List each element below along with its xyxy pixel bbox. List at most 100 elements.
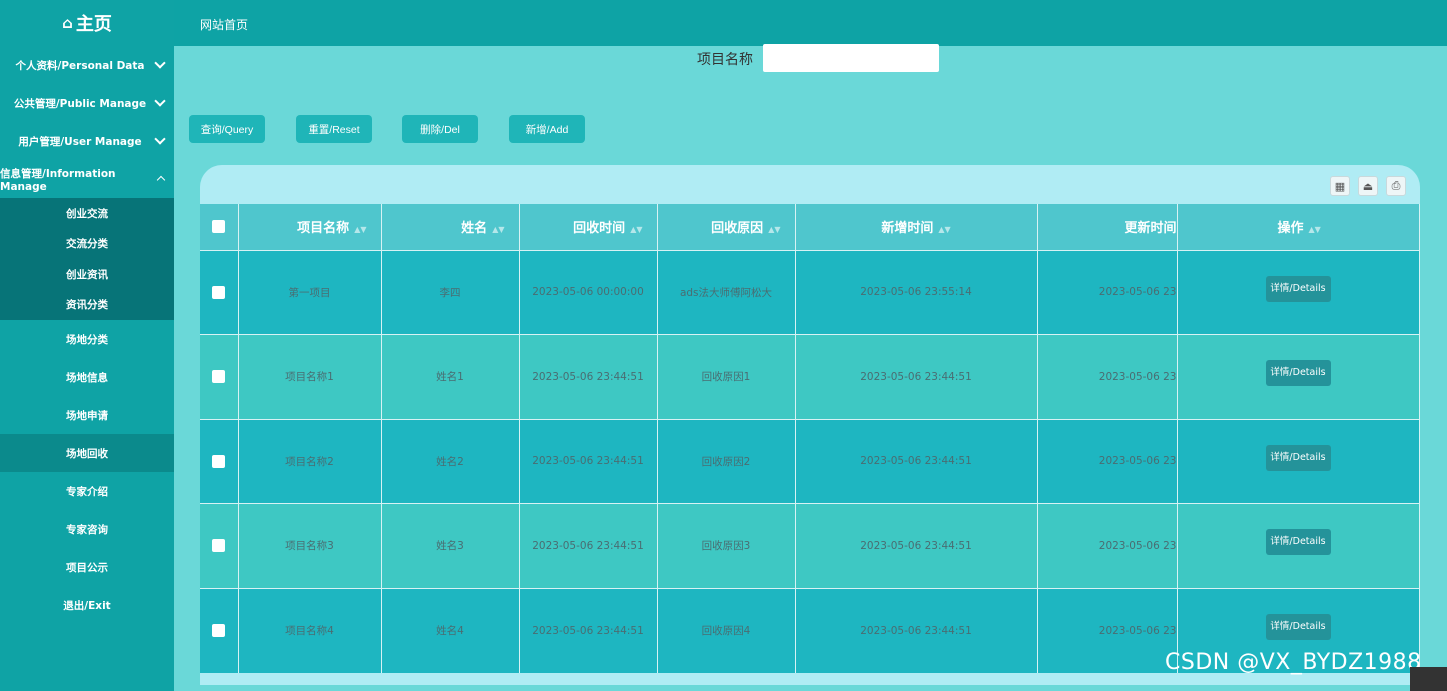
menu-label: 用户管理/User Manage bbox=[18, 135, 142, 148]
cell-update-time: 2023-05-06 23 bbox=[1037, 587, 1178, 673]
col-header-recycle-reason[interactable]: 回收原因 ▲▼ bbox=[657, 204, 796, 250]
submenu-item-exchange-category[interactable]: 交流分类 bbox=[0, 229, 174, 260]
cell-person-name: 姓名4 bbox=[381, 587, 520, 673]
cell-select bbox=[200, 334, 239, 419]
sort-icon: ▲▼ bbox=[630, 225, 643, 235]
sidebar-item-venue-recycle[interactable]: 场地回收 bbox=[0, 434, 174, 472]
details-button[interactable]: 详情/Details bbox=[1265, 444, 1331, 471]
corner-widget-icon bbox=[1410, 667, 1447, 691]
table-row: 项目名称3 姓名3 2023-05-06 23:44:51 回收原因3 2023-05-… bbox=[200, 503, 1420, 588]
col-header-actions: 操作 ▲▼ bbox=[1177, 204, 1420, 250]
brand-label: 主页 bbox=[75, 14, 112, 35]
add-button[interactable]: 新增/Add bbox=[509, 115, 585, 143]
details-button[interactable]: 详情/Details bbox=[1265, 529, 1331, 555]
details-button[interactable]: 详情/Details bbox=[1265, 275, 1331, 302]
sort-icon: ▲▼ bbox=[768, 225, 781, 235]
sidebar-item-expert-consult[interactable]: 专家咨询 bbox=[0, 510, 174, 548]
sidebar: ⌂ 主页 个人资料/Personal Data 公共管理/Public Mana… bbox=[0, 0, 174, 691]
menu-personal-data[interactable]: 个人资料/Personal Data bbox=[0, 46, 174, 84]
col-header-create-time[interactable]: 新增时间 ▲▼ bbox=[795, 204, 1038, 250]
cell-create-time: 2023-05-06 23:44:51 bbox=[795, 334, 1038, 419]
cell-recycle-reason: 回收原因2 bbox=[657, 418, 796, 504]
reset-button[interactable]: 重置/Reset bbox=[296, 115, 372, 143]
cell-project-name: 项目名称1 bbox=[238, 334, 382, 419]
menu-label: 个人资料/Personal Data bbox=[15, 59, 145, 72]
table-card: ▦ ⏏ ⎙ 项目名称 ▲▼ 姓名 ▲▼ 回收时间 ▲▼ 回收原因 ▲▼ 新增时间 ▲▼ 更… bbox=[200, 165, 1420, 685]
sidebar-item-venue-category[interactable]: 场地分类 bbox=[0, 320, 174, 358]
col-header-recycle-time[interactable]: 回收时间 ▲▼ bbox=[519, 204, 658, 250]
cell-recycle-reason: 回收原因4 bbox=[657, 587, 796, 673]
sidebar-item-exit[interactable]: 退出/Exit bbox=[0, 586, 174, 624]
col-header-name[interactable]: 姓名 ▲▼ bbox=[381, 204, 520, 250]
cell-select bbox=[200, 503, 239, 588]
row-checkbox[interactable] bbox=[212, 539, 226, 553]
col-header-project-name[interactable]: 项目名称 ▲▼ bbox=[238, 204, 382, 250]
submenu-item-startup-exchange[interactable]: 创业交流 bbox=[0, 198, 174, 229]
submenu-item-news-category[interactable]: 资讯分类 bbox=[0, 290, 174, 321]
cell-recycle-reason: 回收原因1 bbox=[657, 334, 796, 419]
cell-create-time: 2023-05-06 23:55:14 bbox=[795, 249, 1038, 335]
cell-person-name: 姓名1 bbox=[381, 334, 520, 419]
sort-icon: ▲▼ bbox=[938, 225, 951, 235]
menu-user-manage[interactable]: 用户管理/User Manage bbox=[0, 122, 174, 160]
query-button[interactable]: 查询/Query bbox=[189, 115, 265, 143]
table-body: 第一项目 李四 2023-05-06 00:00:00 ads法大师傅阿松大 2023-… bbox=[200, 249, 1420, 673]
watermark: CSDN @VX_BYDZ1988 bbox=[1165, 650, 1422, 675]
cell-select bbox=[200, 418, 239, 504]
cell-recycle-reason: ads法大师傅阿松大 bbox=[657, 249, 796, 335]
table-header-row: 项目名称 ▲▼ 姓名 ▲▼ 回收时间 ▲▼ 回收原因 ▲▼ 新增时间 ▲▼ 更新时间 操作… bbox=[200, 204, 1420, 250]
delete-button[interactable]: 删除/Del bbox=[402, 115, 478, 143]
sidebar-item-project-notice[interactable]: 项目公示 bbox=[0, 548, 174, 586]
cell-project-name: 第一项目 bbox=[238, 249, 382, 335]
cell-recycle-reason: 回收原因3 bbox=[657, 503, 796, 588]
search-input[interactable] bbox=[763, 44, 939, 72]
menu-information-manage[interactable]: 信息管理/Information Manage bbox=[0, 160, 174, 198]
brand-home-link[interactable]: ⌂ 主页 bbox=[0, 0, 174, 46]
cell-recycle-time: 2023-05-06 23:44:51 bbox=[519, 503, 658, 588]
top-bar: 网站首页 bbox=[174, 0, 1447, 46]
table-row: 项目名称2 姓名2 2023-05-06 23:44:51 回收原因2 2023-05-… bbox=[200, 418, 1420, 504]
chevron-down-icon bbox=[154, 133, 166, 145]
submenu-item-startup-news[interactable]: 创业资讯 bbox=[0, 259, 174, 290]
sidebar-item-venue-apply[interactable]: 场地申请 bbox=[0, 396, 174, 434]
cell-create-time: 2023-05-06 23:44:51 bbox=[795, 503, 1038, 588]
details-button[interactable]: 详情/Details bbox=[1265, 613, 1331, 640]
cell-select bbox=[200, 587, 239, 673]
sidebar-item-expert-intro[interactable]: 专家介绍 bbox=[0, 472, 174, 510]
sort-icon: ▲▼ bbox=[492, 225, 505, 235]
print-icon[interactable]: ⎙ bbox=[1386, 176, 1406, 196]
cell-create-time: 2023-05-06 23:44:51 bbox=[795, 418, 1038, 504]
submenu-information: 创业交流 交流分类 创业资讯 资讯分类 bbox=[0, 198, 174, 320]
menu-public-manage[interactable]: 公共管理/Public Manage bbox=[0, 84, 174, 122]
cell-update-time: 2023-05-06 23 bbox=[1037, 418, 1178, 504]
row-checkbox[interactable] bbox=[212, 624, 226, 637]
cell-create-time: 2023-05-06 23:44:51 bbox=[795, 587, 1038, 673]
cell-project-name: 项目名称4 bbox=[238, 587, 382, 673]
site-home-link[interactable]: 网站首页 bbox=[200, 16, 248, 33]
data-table-wrapper: 项目名称 ▲▼ 姓名 ▲▼ 回收时间 ▲▼ 回收原因 ▲▼ 新增时间 ▲▼ 更新时间 操作… bbox=[200, 204, 1420, 685]
sort-icon: ▲▼ bbox=[354, 225, 367, 235]
cell-update-time: 2023-05-06 23 bbox=[1037, 503, 1178, 588]
cell-project-name: 项目名称2 bbox=[238, 418, 382, 504]
col-header-update-time[interactable]: 更新时间 bbox=[1037, 204, 1178, 250]
menu-label: 信息管理/Information Manage bbox=[0, 167, 116, 193]
cell-project-name: 项目名称3 bbox=[238, 503, 382, 588]
grid-icon[interactable]: ▦ bbox=[1330, 176, 1350, 196]
home-icon: ⌂ bbox=[62, 14, 73, 32]
cell-person-name: 李四 bbox=[381, 249, 520, 335]
sidebar-item-venue-info[interactable]: 场地信息 bbox=[0, 358, 174, 396]
table-toolbar: ▦ ⏏ ⎙ bbox=[1330, 176, 1406, 196]
row-checkbox[interactable] bbox=[212, 370, 226, 384]
table-row: 第一项目 李四 2023-05-06 00:00:00 ads法大师傅阿松大 2023-… bbox=[200, 249, 1420, 335]
export-icon[interactable]: ⏏ bbox=[1358, 176, 1378, 196]
cell-person-name: 姓名2 bbox=[381, 418, 520, 504]
details-button[interactable]: 详情/Details bbox=[1265, 360, 1331, 386]
row-checkbox[interactable] bbox=[212, 285, 226, 299]
cell-select bbox=[200, 249, 239, 335]
cell-recycle-time: 2023-05-06 00:00:00 bbox=[519, 249, 658, 335]
select-all-checkbox[interactable] bbox=[212, 220, 226, 234]
table-row: 项目名称1 姓名1 2023-05-06 23:44:51 回收原因1 2023-05-… bbox=[200, 334, 1420, 419]
row-checkbox[interactable] bbox=[212, 454, 226, 468]
cell-actions: 详情/Details bbox=[1177, 249, 1420, 335]
chevron-down-icon bbox=[154, 57, 166, 69]
